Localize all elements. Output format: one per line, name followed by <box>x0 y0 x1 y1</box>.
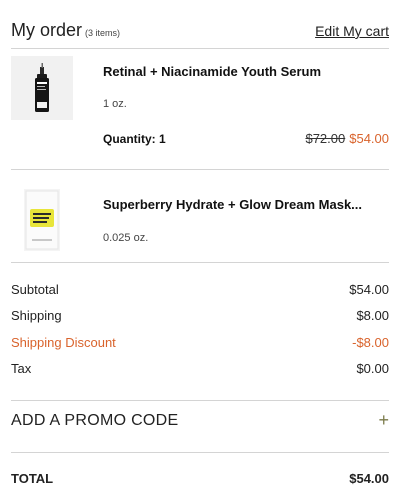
serum-bottle-icon <box>35 63 49 112</box>
original-price: $72.00 <box>305 131 346 146</box>
shipping-label: Shipping <box>11 308 62 323</box>
product-quantity: Quantity: 1 <box>103 132 166 146</box>
total-value: $54.00 <box>349 471 389 486</box>
tax-value: $0.00 <box>356 361 389 376</box>
order-summary-panel: My order (3 items) Edit My cart Retinal +… <box>0 0 400 500</box>
order-header: My order (3 items) Edit My cart <box>11 20 389 42</box>
order-title: My order (3 items) <box>11 20 120 41</box>
product-name[interactable]: Superberry Hydrate + Glow Dream Mask... <box>103 197 362 212</box>
divider <box>11 169 389 170</box>
shipping-row: Shipping $8.00 <box>11 308 389 326</box>
total-row: TOTAL $54.00 <box>11 471 389 489</box>
product-image-serum[interactable] <box>11 56 73 120</box>
item-count: (3 items) <box>85 28 121 38</box>
subtotal-row: Subtotal $54.00 <box>11 282 389 300</box>
plus-icon[interactable]: + <box>378 410 389 431</box>
shipping-discount-value: -$8.00 <box>352 335 389 350</box>
divider <box>11 452 389 453</box>
shipping-discount-label: Shipping Discount <box>11 335 116 350</box>
order-title-text: My order <box>11 20 83 40</box>
subtotal-label: Subtotal <box>11 282 59 297</box>
promo-code-label: ADD A PROMO CODE <box>11 412 179 429</box>
sale-price: $54.00 <box>349 131 389 146</box>
mask-sachet-icon <box>25 190 59 250</box>
tax-label: Tax <box>11 361 32 376</box>
edit-cart-link[interactable]: Edit My cart <box>315 23 389 39</box>
total-label: TOTAL <box>11 471 54 486</box>
shipping-discount-row: Shipping Discount -$8.00 <box>11 335 389 353</box>
add-promo-code-toggle[interactable]: ADD A PROMO CODE + <box>11 410 389 434</box>
shipping-value: $8.00 <box>356 308 389 323</box>
product-price: $72.00 $54.00 <box>305 131 389 146</box>
tax-row: Tax $0.00 <box>11 361 389 379</box>
divider <box>11 400 389 401</box>
product-size: 1 oz. <box>103 98 127 110</box>
product-image-mask[interactable] <box>24 189 60 251</box>
divider <box>11 48 389 49</box>
product-size: 0.025 oz. <box>103 232 149 244</box>
product-name[interactable]: Retinal + Niacinamide Youth Serum <box>103 64 321 79</box>
subtotal-value: $54.00 <box>349 282 389 297</box>
divider <box>11 262 389 263</box>
